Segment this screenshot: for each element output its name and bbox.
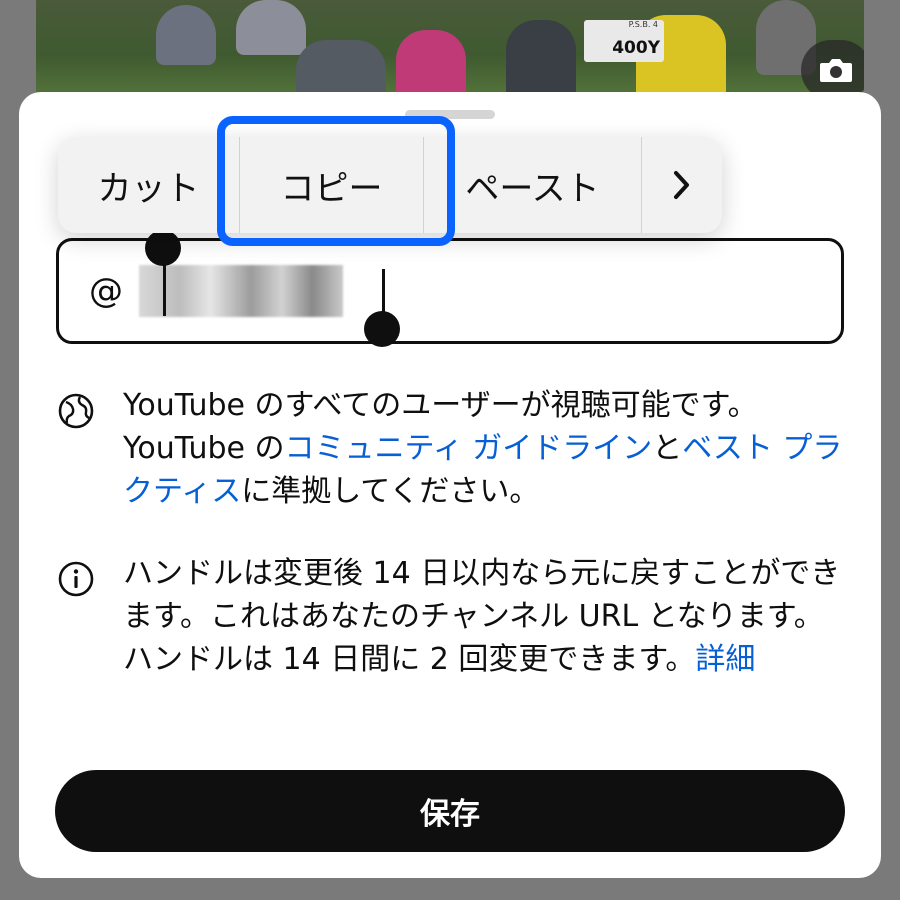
chevron-right-icon (674, 171, 689, 199)
camera-button[interactable] (801, 40, 864, 100)
paste-menu-item[interactable]: ペースト (424, 137, 642, 233)
yardage-sign-text: 400Y (612, 38, 660, 58)
selection-start-knob[interactable] (145, 230, 181, 266)
handle-change-info: ハンドルは変更後 14 日以内なら元に戻すことができます。これはあなたのチャンネ… (57, 552, 847, 732)
spectator (506, 20, 576, 100)
community-guidelines-link[interactable]: コミュニティ ガイドライン (285, 431, 653, 466)
copy-highlight-annotation (217, 116, 455, 246)
spectator (236, 0, 306, 55)
yardage-sign-small-text: P.S.B. 4 (628, 20, 658, 29)
more-menu-item[interactable] (642, 137, 722, 233)
handle-change-info-text: ハンドルは変更後 14 日以内なら元に戻すことができます。これはあなたのチャンネ… (123, 552, 853, 681)
visibility-text-part: と (652, 431, 683, 466)
spectator (396, 30, 466, 100)
handle-value-redacted[interactable]: redacted (139, 265, 343, 317)
spectator (156, 5, 216, 65)
spectator (296, 40, 386, 100)
background-photo: P.S.B. 4 400Y (36, 0, 864, 100)
selection-end-knob[interactable] (364, 311, 400, 347)
visibility-info: YouTube のすべてのユーザーが視聴可能です。YouTube のコミュニティ… (57, 384, 847, 519)
cut-menu-item[interactable]: カット (58, 137, 240, 233)
globe-icon (58, 393, 94, 429)
handle-prefix: @ (89, 271, 123, 311)
visibility-info-text: YouTube のすべてのユーザーが視聴可能です。YouTube のコミュニティ… (123, 384, 853, 513)
save-button[interactable]: 保存 (55, 770, 845, 852)
visibility-text-part: に準拠してください。 (241, 474, 540, 509)
info-icon (58, 561, 94, 597)
details-link[interactable]: 詳細 (695, 642, 755, 677)
camera-icon (820, 59, 852, 82)
handle-input[interactable]: @ redacted (56, 230, 844, 347)
